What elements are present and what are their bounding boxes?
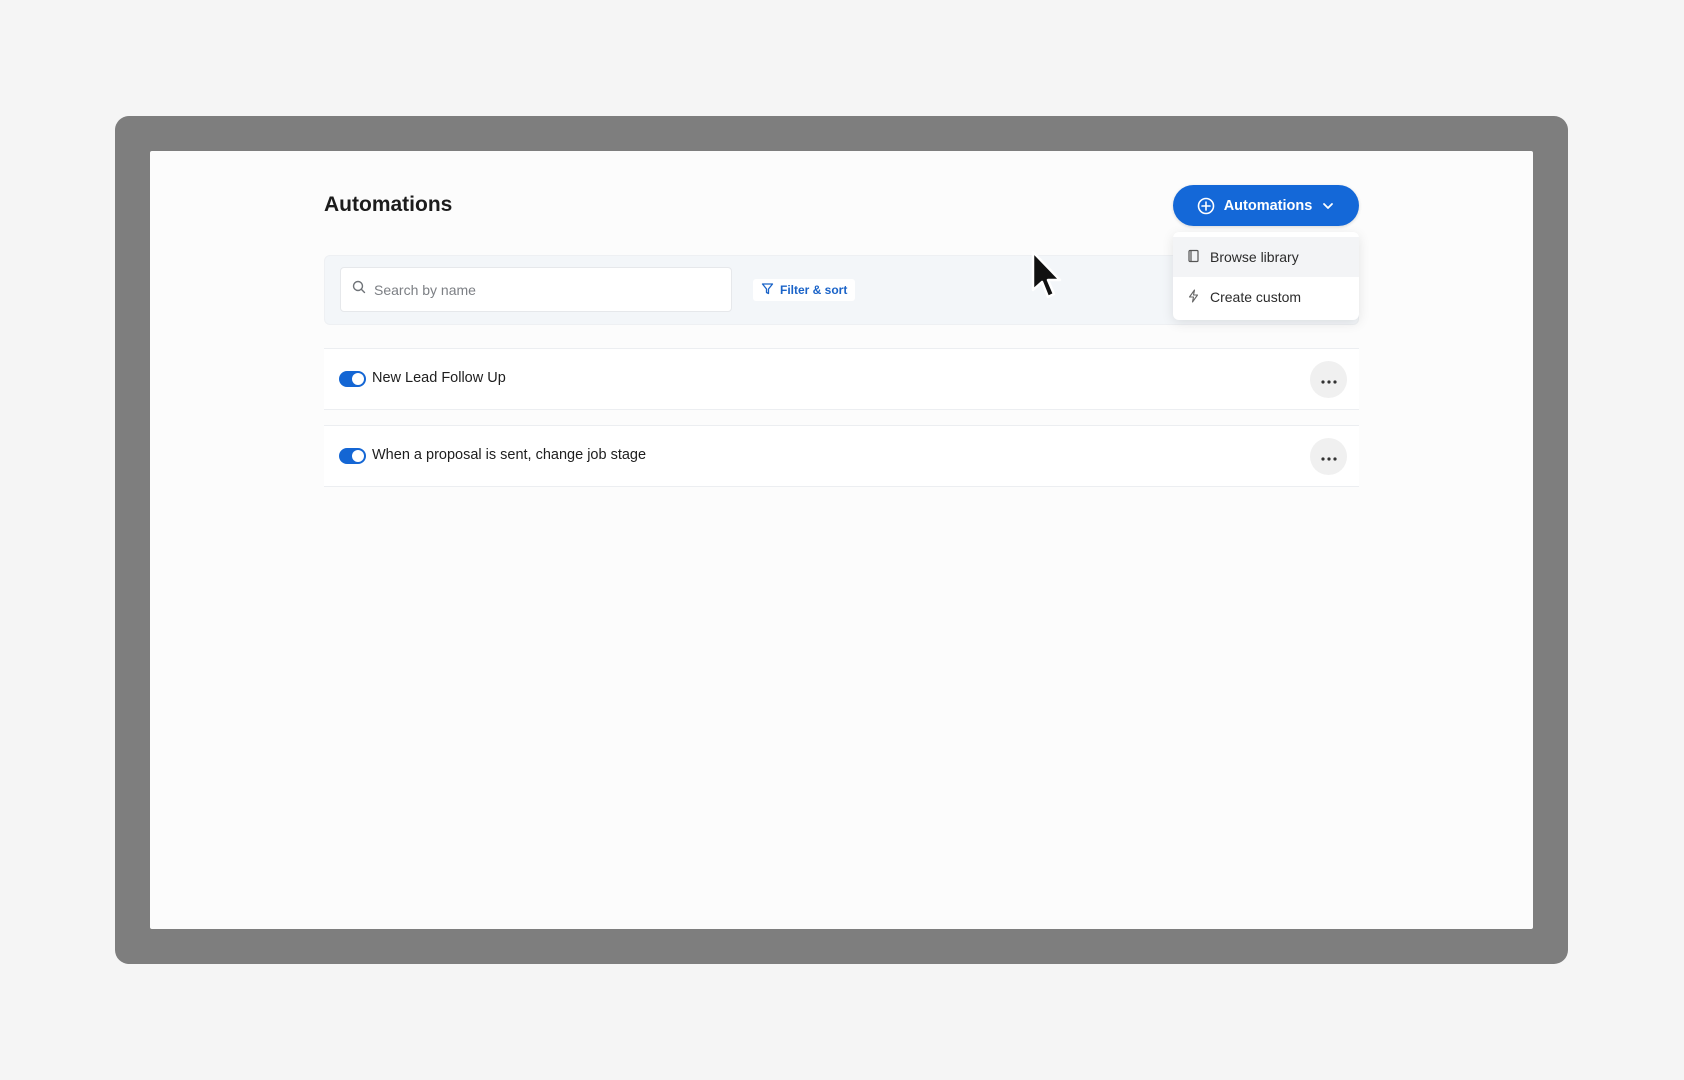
search-input[interactable] <box>374 281 714 298</box>
filter-sort-label: Filter & sort <box>780 283 848 297</box>
chevron-down-icon <box>1321 199 1335 213</box>
search-icon <box>352 280 366 299</box>
more-options-button[interactable] <box>1310 361 1347 398</box>
ellipsis-icon <box>1320 371 1337 389</box>
automation-name[interactable]: New Lead Follow Up <box>372 370 506 386</box>
menu-item-create-custom[interactable]: Create custom <box>1173 277 1359 317</box>
mouse-cursor-icon <box>1030 250 1064 306</box>
lightning-icon <box>1187 288 1200 306</box>
automation-row[interactable]: When a proposal is sent, change job stag… <box>324 425 1359 487</box>
ellipsis-icon <box>1320 448 1337 466</box>
device-frame: Automations Automations Search by name F… <box>115 116 1568 964</box>
plus-circle-icon <box>1197 197 1215 215</box>
book-icon <box>1187 249 1200 266</box>
more-options-button[interactable] <box>1310 438 1347 475</box>
automation-toggle[interactable] <box>339 371 366 387</box>
menu-item-browse-library[interactable]: Browse library <box>1173 237 1359 277</box>
menu-item-label: Create custom <box>1210 289 1302 305</box>
add-automation-button[interactable]: Automations <box>1173 185 1359 226</box>
toggle-knob <box>352 373 364 385</box>
menu-item-label: Browse library <box>1210 249 1299 265</box>
automation-row[interactable]: New Lead Follow Up <box>324 348 1359 410</box>
automations-dropdown-menu: Browse library Create custom <box>1173 232 1359 320</box>
toggle-knob <box>352 450 364 462</box>
search-box[interactable] <box>340 267 732 312</box>
filter-sort-button[interactable]: Filter & sort <box>753 279 856 301</box>
automation-name[interactable]: When a proposal is sent, change job stag… <box>372 447 646 463</box>
add-automation-button-label: Automations <box>1223 197 1313 214</box>
filter-icon <box>761 282 774 298</box>
automation-toggle[interactable] <box>339 448 366 464</box>
page-title: Automations <box>324 193 453 216</box>
app-screen: Automations Automations Search by name F… <box>150 151 1533 929</box>
